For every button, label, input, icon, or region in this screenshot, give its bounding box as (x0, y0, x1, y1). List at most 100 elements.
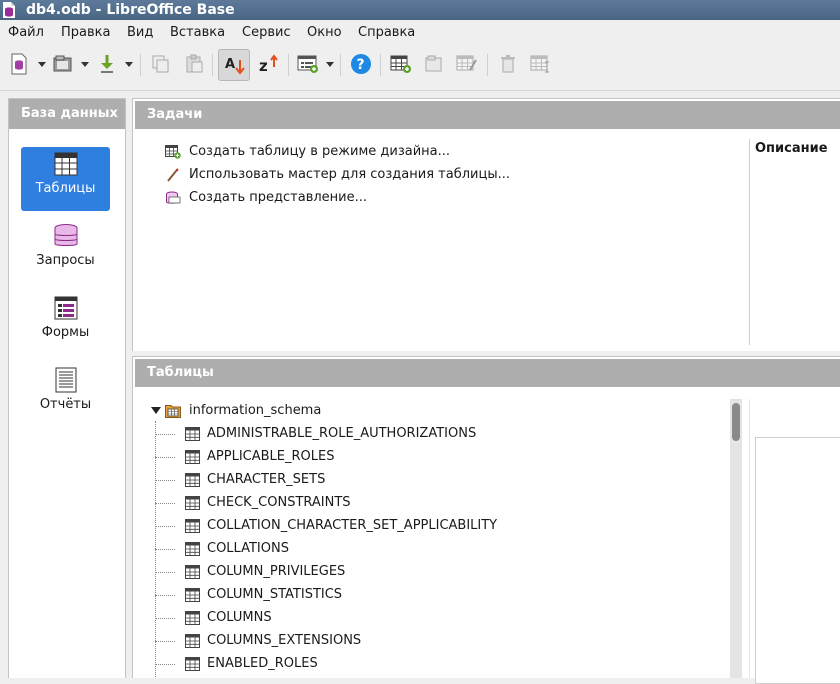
toolbar-separator (212, 54, 213, 76)
table-row[interactable]: COLUMNS (155, 607, 715, 630)
preview-divider (749, 399, 750, 678)
table-name: COLLATION_CHARACTER_SET_APPLICABILITY (207, 518, 498, 533)
table-icon (185, 496, 200, 510)
tree-connector (155, 664, 175, 665)
database-panel: База данных Таблицы Запросы Формы Отчёты (8, 98, 126, 678)
menu-tools[interactable]: Сервис (242, 25, 291, 40)
table-name: APPLICABLE_ROLES (207, 449, 335, 464)
table-icon (185, 588, 200, 602)
nav-item-tables[interactable]: Таблицы (21, 147, 110, 211)
nav-item-label: Таблицы (35, 181, 96, 196)
new-table-icon[interactable] (388, 50, 414, 78)
svg-text:?: ? (357, 57, 365, 73)
table-row[interactable]: CHECK_CONSTRAINTS (155, 492, 715, 515)
table-row[interactable]: ADMINISTRABLE_ROLE_AUTHORIZATIONS (155, 423, 715, 446)
menu-view[interactable]: Вид (127, 25, 153, 40)
delete-icon[interactable] (495, 50, 521, 78)
description-label: Описание (755, 141, 828, 156)
tree-connector (155, 549, 175, 550)
menu-file[interactable]: Файл (8, 25, 44, 40)
scrollbar-thumb[interactable] (732, 403, 740, 441)
tree-connector (155, 480, 175, 481)
table-icon (185, 427, 200, 441)
help-icon[interactable]: ? (348, 50, 374, 78)
report-icon (55, 367, 77, 393)
wizard-icon (167, 168, 179, 182)
tree-connector (155, 572, 175, 573)
toolbar-separator (340, 54, 341, 76)
tables-panel: Таблицы information_schema ADMINISTRABLE… (132, 356, 840, 684)
nav-item-queries[interactable]: Запросы (21, 219, 110, 283)
form-icon (54, 296, 78, 320)
table-icon (185, 634, 200, 648)
table-icon (185, 657, 200, 671)
table-row[interactable]: COLLATION_CHARACTER_SET_APPLICABILITY (155, 515, 715, 538)
menu-window[interactable]: Окно (307, 25, 342, 40)
base-app-icon (3, 2, 15, 18)
tables-tree[interactable]: information_schema ADMINISTRABLE_ROLE_AU… (133, 397, 733, 678)
save-dropdown-icon[interactable] (125, 62, 133, 67)
task-label: Использовать мастер для создания таблицы… (189, 167, 510, 182)
task-label: Создать таблицу в режиме дизайна... (189, 144, 451, 159)
form-dropdown-icon[interactable] (326, 62, 334, 67)
table-row[interactable]: CHARACTER_SETS (155, 469, 715, 492)
copy-icon[interactable] (148, 50, 174, 78)
database-panel-header: База данных (9, 99, 125, 129)
open-dropdown-icon[interactable] (81, 62, 89, 67)
table-row[interactable]: COLUMNS_EXTENSIONS (155, 630, 715, 653)
description-divider (749, 139, 750, 345)
expand-arrow-icon[interactable] (151, 407, 161, 414)
preview-pane (755, 437, 840, 684)
nav-item-label: Запросы (36, 253, 95, 268)
tree-scrollbar[interactable] (730, 399, 742, 678)
rename-icon[interactable] (528, 50, 554, 78)
new-dropdown-icon[interactable] (38, 62, 46, 67)
svg-text:A: A (225, 57, 235, 72)
menu-bar: Файл Правка Вид Вставка Сервис Окно Спра… (0, 20, 840, 44)
window-title: db4.odb - LibreOffice Base (26, 2, 235, 18)
table-design-icon (165, 145, 181, 159)
nav-item-forms[interactable]: Формы (21, 291, 110, 355)
title-bar: db4.odb - LibreOffice Base (0, 0, 840, 20)
open-table-icon[interactable] (421, 50, 447, 78)
query-icon (54, 224, 78, 246)
paste-icon[interactable] (181, 50, 207, 78)
table-row[interactable]: COLUMN_PRIVILEGES (155, 561, 715, 584)
menu-insert[interactable]: Вставка (170, 25, 225, 40)
toolbar-separator (380, 54, 381, 76)
new-icon[interactable] (6, 50, 32, 78)
table-row[interactable]: COLLATIONS (155, 538, 715, 561)
nav-item-label: Формы (41, 325, 90, 340)
sort-descending-icon[interactable]: z (255, 50, 281, 78)
table-icon (185, 473, 200, 487)
table-name: ADMINISTRABLE_ROLE_AUTHORIZATIONS (207, 426, 477, 441)
save-icon[interactable] (94, 50, 120, 78)
tree-connector (155, 457, 175, 458)
table-name: COLUMN_PRIVILEGES (207, 564, 346, 579)
open-icon[interactable] (50, 50, 76, 78)
menu-edit[interactable]: Правка (61, 25, 110, 40)
table-row[interactable]: COLUMN_STATISTICS (155, 584, 715, 607)
sort-ascending-icon[interactable]: A (218, 49, 250, 81)
table-icon (185, 450, 200, 464)
form-icon[interactable] (295, 50, 321, 78)
table-icon (185, 611, 200, 625)
tree-connector (155, 641, 175, 642)
table-row[interactable]: APPLICABLE_ROLES (155, 446, 715, 469)
table-name: CHARACTER_SETS (207, 472, 326, 487)
toolbar-separator (140, 54, 141, 76)
task-label: Создать представление... (189, 190, 368, 205)
edit-table-icon[interactable] (454, 50, 480, 78)
nav-item-label: Отчёты (39, 397, 92, 412)
tasks-panel: Задачи Создать таблицу в режиме дизайна.… (132, 98, 840, 351)
toolbar-separator (288, 54, 289, 76)
menu-help[interactable]: Справка (358, 25, 415, 40)
tables-header: Таблицы (135, 359, 840, 387)
nav-item-reports[interactable]: Отчёты (21, 363, 110, 427)
svg-text:z: z (259, 57, 268, 75)
table-row[interactable]: ENABLED_ROLES (155, 653, 715, 676)
table-name: COLLATIONS (207, 541, 289, 556)
tree-connector (155, 434, 175, 435)
tasks-header: Задачи (135, 101, 840, 129)
table-icon (54, 152, 78, 176)
